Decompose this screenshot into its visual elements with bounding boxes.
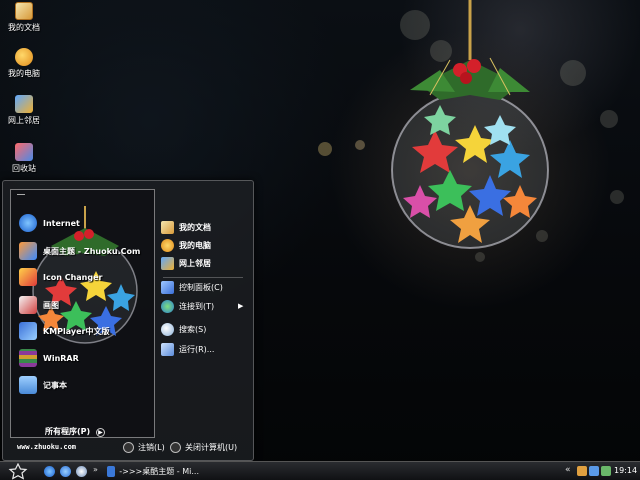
all-programs-label: 所有程序(P) [45,427,91,436]
start-button[interactable] [8,463,28,480]
connect-to-icon [161,299,174,313]
desktop-icon-network[interactable]: 网上邻居 [2,95,46,126]
pinned-item-label: Icon Changer [43,272,103,282]
my-computer-icon [161,238,174,252]
taskbar: » ->>>桌酷主题 - Mi... « 19:14 [0,461,640,480]
my-documents-icon [161,220,174,234]
pinned-item-label: Internet [43,218,80,228]
network-icon [161,256,174,270]
desktop-icon-my-computer[interactable]: 我的电脑 [2,48,46,79]
right-item-connect-to[interactable]: 连接到(T) [161,298,214,314]
shutdown-label: 关闭计算机(U) [185,443,238,452]
tray-user-icon[interactable] [577,466,587,476]
right-item-label: 网上邻居 [179,258,211,268]
menu-divider [163,277,243,278]
pane-handle [17,194,25,195]
paint-icon [19,296,37,314]
right-item-control-panel[interactable]: 控制面板(C) [161,279,223,295]
desktop-icon-recycle-bin[interactable]: 回收站 [2,143,46,174]
right-item-label: 连接到(T) [179,301,215,311]
quicklaunch-ie-icon[interactable] [44,466,55,477]
search-icon [161,322,174,336]
shutdown-button[interactable]: 关闭计算机(U) [170,442,237,453]
start-menu-pinned-pane: Internet 桌面主题 - Zhuoku.Com Icon Changer … [10,189,155,438]
my-documents-icon [15,2,33,20]
start-menu: Internet 桌面主题 - Zhuoku.Com Icon Changer … [2,180,254,461]
taskbar-window-button[interactable]: ->>>桌酷主题 - Mi... [107,464,199,479]
window-icon [107,466,116,477]
notepad-icon [19,376,37,394]
desktop-icon-label: 回收站 [12,164,36,173]
pinned-item-label: 桌面主题 - Zhuoku.Com [43,246,141,256]
power-icon [170,442,181,453]
pinned-item-label: 记事本 [43,380,67,390]
winrar-icon [19,349,37,367]
star-icon [8,463,28,480]
right-item-label: 我的电脑 [179,240,211,250]
logoff-button[interactable]: 注销(L) [123,442,165,453]
pinned-item-icon-changer[interactable]: Icon Changer [19,267,102,287]
icon-changer-icon [19,268,37,286]
pinned-item-theme[interactable]: 桌面主题 - Zhuoku.Com [19,241,140,261]
pinned-item-paint[interactable]: 画图 [19,295,59,315]
tray-expand-icon[interactable]: « [565,465,571,475]
right-item-my-documents[interactable]: 我的文档 [161,219,211,235]
pinned-item-label: WinRAR [43,353,79,363]
recycle-bin-icon [15,143,33,161]
pinned-item-notepad[interactable]: 记事本 [19,375,67,395]
quicklaunch-expand-icon[interactable]: » [93,465,98,474]
right-item-label: 搜索(S) [179,324,207,334]
tray-volume-icon[interactable] [601,466,611,476]
my-computer-icon [15,48,33,66]
arrow-right-icon: ▶ [95,428,105,437]
taskbar-window-label: ->>>桌酷主题 - Mi... [119,467,199,476]
ornament-illustration [391,0,549,249]
pinned-item-internet[interactable]: Internet [19,213,80,233]
desktop-icon-label: 我的文档 [8,23,40,32]
logoff-label: 注销(L) [138,443,165,452]
desktop-icon-label: 我的电脑 [8,69,40,78]
taskbar-clock[interactable]: 19:14 [614,466,637,475]
quicklaunch-browser-icon[interactable] [60,466,71,477]
right-item-label: 我的文档 [179,222,211,232]
control-panel-icon [161,280,174,294]
all-programs-button[interactable]: 所有程序(P) ▶ [45,426,105,437]
right-item-label: 控制面板(C) [179,282,223,292]
pinned-item-winrar[interactable]: WinRAR [19,348,79,368]
pinned-item-label: KMPlayer中文版 [43,326,110,336]
run-icon [161,342,174,356]
internet-explorer-icon [19,214,37,232]
right-item-search[interactable]: 搜索(S) [161,321,206,337]
right-item-run[interactable]: 运行(R)... [161,341,214,357]
desktop-icon-label: 网上邻居 [8,116,40,125]
right-item-my-computer[interactable]: 我的电脑 [161,237,211,253]
network-icon [15,95,33,113]
tray-network-icon[interactable] [589,466,599,476]
kmplayer-icon [19,322,37,340]
quicklaunch-media-icon[interactable] [76,466,87,477]
footer-url: www.zhuoku.com [17,443,77,451]
logoff-icon [123,442,134,453]
pinned-item-label: 画图 [43,300,59,310]
submenu-arrow-icon: ▶ [238,302,244,310]
theme-icon [19,242,37,260]
pinned-item-kmplayer[interactable]: KMPlayer中文版 [19,321,110,341]
desktop-icon-my-documents[interactable]: 我的文档 [2,2,46,33]
right-item-label: 运行(R)... [179,344,215,354]
right-item-network[interactable]: 网上邻居 [161,255,211,271]
